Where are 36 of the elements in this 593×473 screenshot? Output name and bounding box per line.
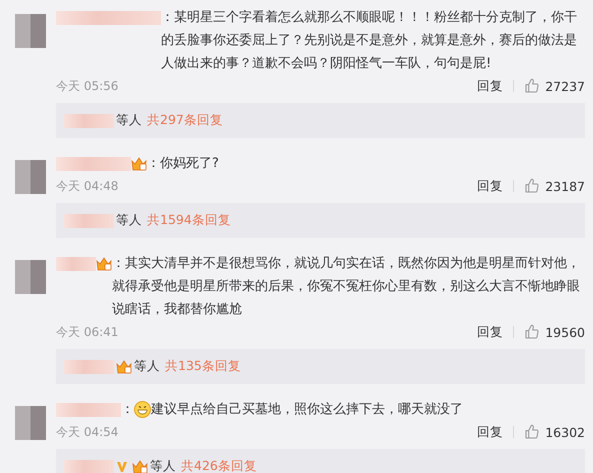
others-label: 等人: [134, 358, 160, 375]
like-count: 16302: [545, 424, 585, 440]
blurred-username[interactable]: [64, 214, 114, 228]
blurred-username[interactable]: [64, 360, 114, 374]
others-label: 等人: [116, 212, 142, 229]
comment-text: ：其实大清早并不是很想骂你，就说几句实在话，既然你因为他是明星而针对他，就得承受他是明星所带来的后果，你冤不冤枉你心里有数，别这么大言不惭地睁眼说瞎话，我都替你尴尬: [112, 255, 581, 319]
avatar[interactable]: [15, 406, 46, 440]
thumbs-up-icon[interactable]: [524, 178, 540, 194]
blurred-username[interactable]: [56, 10, 161, 24]
blurred-username[interactable]: [56, 256, 96, 270]
avatar[interactable]: [15, 160, 46, 194]
thumbs-up-icon[interactable]: [524, 78, 540, 94]
blurred-username[interactable]: [56, 156, 131, 170]
comment-text: ： 建议早点给自己买墓地，照你这么摔下去，哪天就没了: [121, 400, 464, 420]
reply-link[interactable]: 回复: [477, 324, 504, 340]
thumbs-up-icon[interactable]: [524, 424, 540, 440]
timestamp: 今天 05:56: [56, 78, 120, 94]
reply-link[interactable]: 回复: [477, 424, 504, 440]
comment-text: ：你妈死了?: [147, 155, 220, 173]
blurred-username[interactable]: [56, 402, 121, 416]
reply-link[interactable]: 回复: [477, 78, 504, 94]
thumbs-up-icon[interactable]: [524, 324, 540, 340]
comment-text: ：某明星三个字看着怎么就那么不顺眼呢！！！粉丝都十分克制了，你干的丢脸事你还委屈上了？先别说是不是意外，就算是意外，赛后的做法是人做出来的事？道歉不会吗？阴阳怪气一车队，句句是屁!: [161, 9, 578, 73]
avatar[interactable]: [15, 260, 46, 294]
others-label: 等人: [116, 112, 142, 129]
blurred-username[interactable]: [64, 460, 114, 473]
like-count: 23187: [545, 178, 585, 194]
timestamp: 今天 04:48: [56, 178, 120, 194]
reply-link[interactable]: 回复: [477, 178, 504, 194]
like-count: 27237: [545, 78, 585, 94]
timestamp: 今天 06:41: [56, 324, 120, 340]
blurred-username[interactable]: [64, 114, 114, 128]
like-count: 19560: [545, 324, 585, 340]
avatar[interactable]: [15, 14, 46, 48]
others-label: 等人: [150, 458, 176, 473]
timestamp: 今天 04:54: [56, 424, 120, 440]
